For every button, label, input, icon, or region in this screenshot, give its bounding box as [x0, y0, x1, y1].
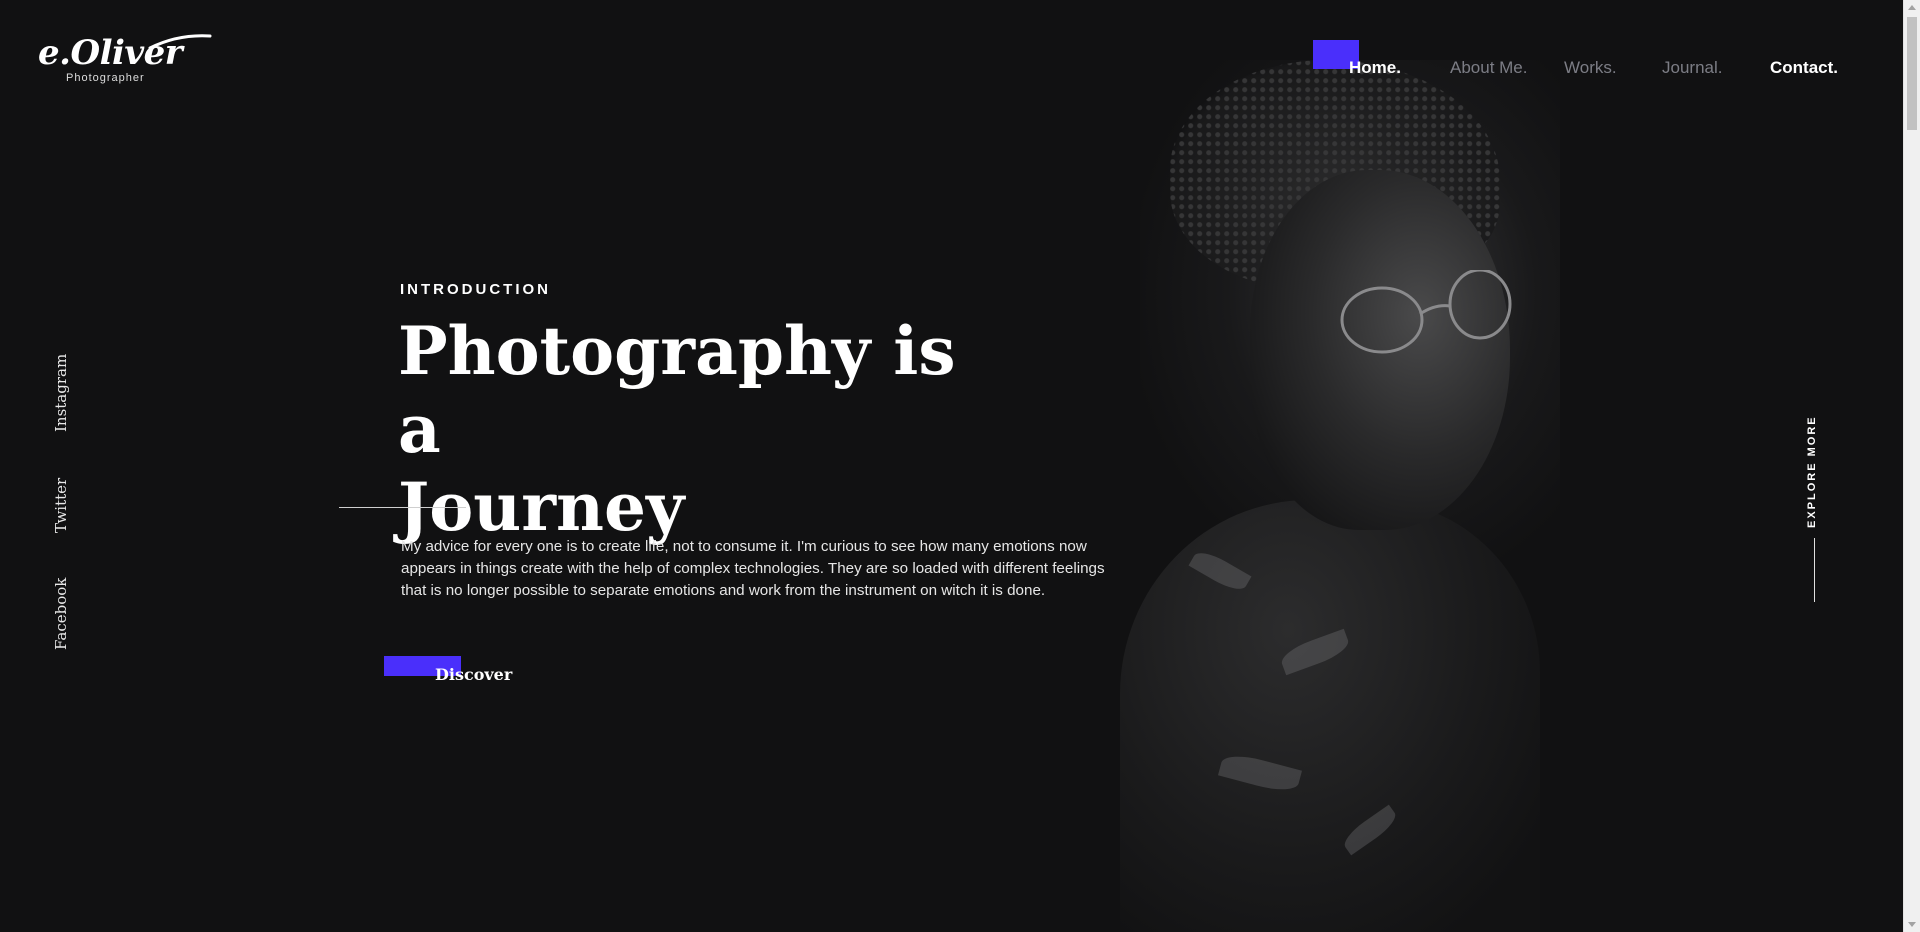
hero-eyebrow: INTRODUCTION: [400, 281, 551, 298]
social-link-facebook[interactable]: Facebook: [52, 578, 70, 650]
page-scrollbar[interactable]: [1903, 0, 1920, 932]
scroll-down-arrow-icon[interactable]: [1908, 922, 1916, 927]
hero-description: My advice for every one is to create lif…: [401, 538, 1105, 599]
social-link-twitter[interactable]: Twitter: [52, 478, 70, 533]
main-nav: Home. About Me. Works. Journal. Contact.: [0, 58, 1920, 88]
discover-button[interactable]: Discover: [384, 656, 524, 696]
nav-item-journal[interactable]: Journal.: [1662, 58, 1722, 78]
hero-headline-line1: Photography is a: [398, 312, 956, 468]
explore-more-link[interactable]: EXPLORE MORE: [1806, 415, 1826, 608]
hero-portrait-image: [1100, 0, 1560, 932]
hero-divider: [339, 507, 466, 508]
scroll-up-arrow-icon[interactable]: [1908, 5, 1916, 10]
glasses-shape: [1340, 270, 1512, 354]
nav-item-about[interactable]: About Me.: [1450, 58, 1528, 78]
nav-item-home[interactable]: Home.: [1349, 58, 1401, 78]
scrollbar-thumb[interactable]: [1907, 17, 1917, 130]
social-link-instagram[interactable]: Instagram: [52, 354, 70, 432]
explore-more-label: EXPLORE MORE: [1806, 415, 1818, 528]
logo-swoosh-icon: [148, 34, 212, 50]
explore-more-line: [1814, 538, 1815, 602]
nav-item-contact[interactable]: Contact.: [1770, 58, 1838, 78]
nav-item-works[interactable]: Works.: [1564, 58, 1617, 78]
hero-headline: Photography is a Journey: [398, 312, 1018, 546]
discover-label: Discover: [435, 665, 513, 684]
